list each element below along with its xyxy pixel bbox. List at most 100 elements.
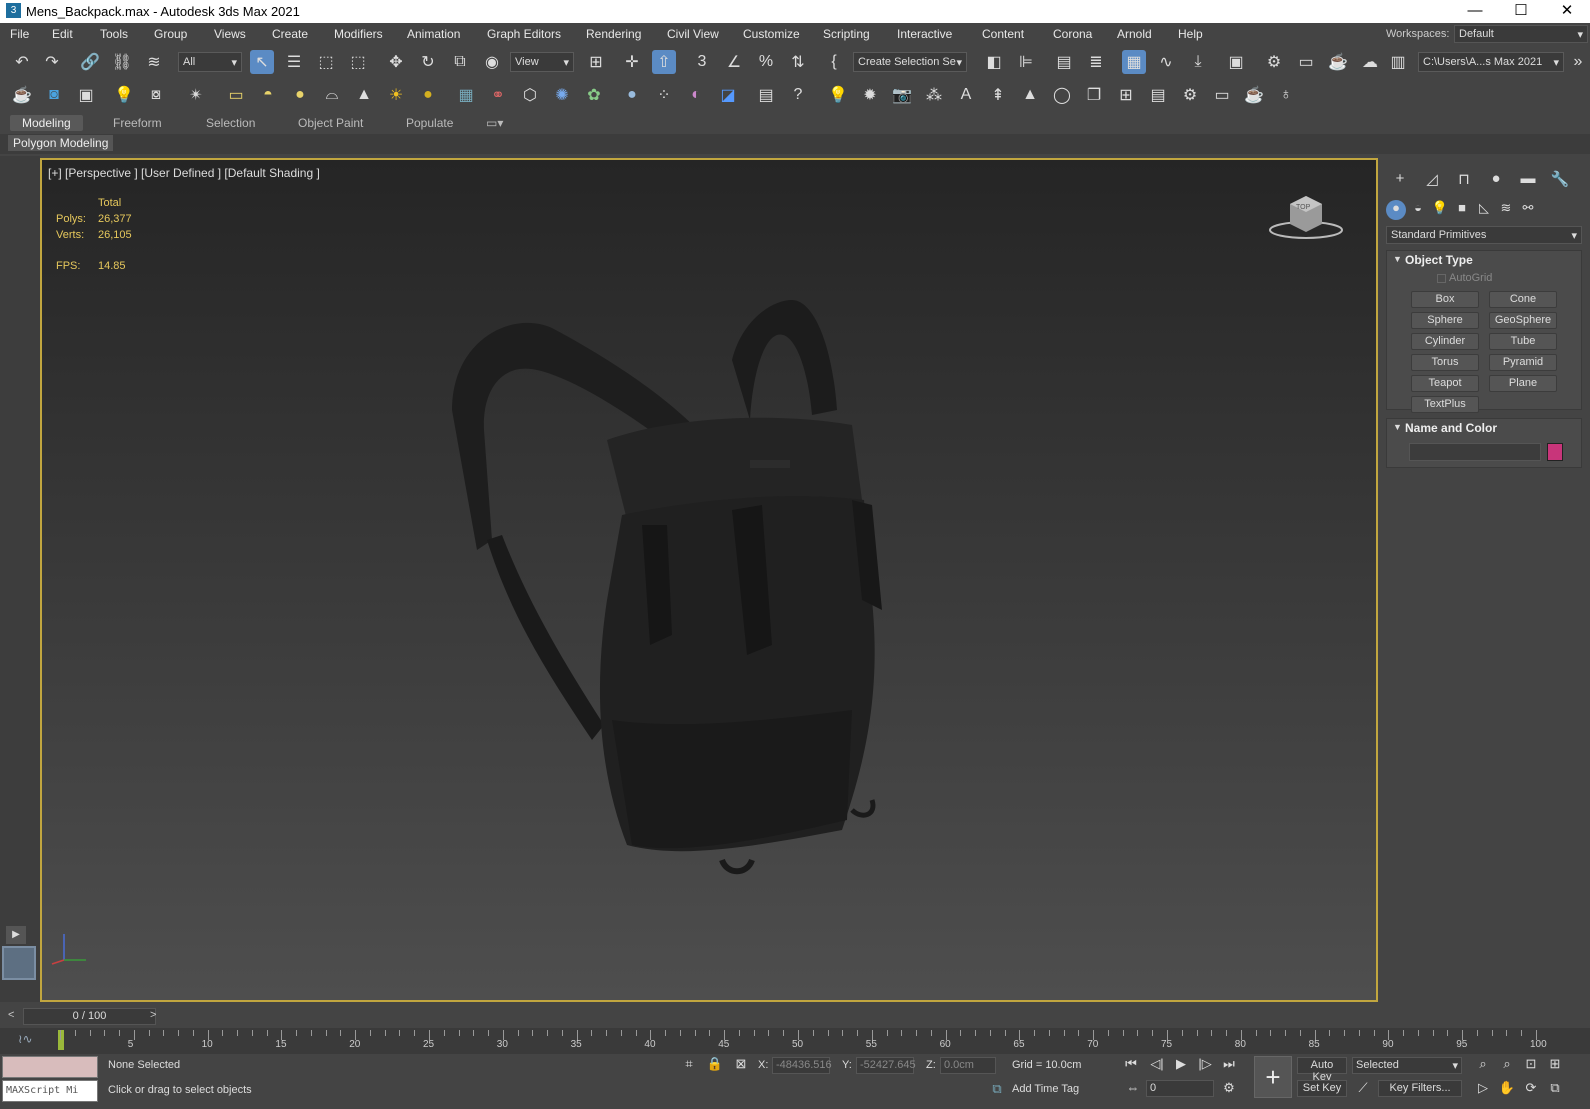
modify-tab-icon[interactable]: ◿	[1420, 170, 1444, 192]
a360-gallery-icon[interactable]: ▥	[1386, 50, 1410, 74]
motion-tab-icon[interactable]: ●	[1484, 170, 1508, 192]
menu-graph-editors[interactable]: Graph Editors	[487, 27, 561, 41]
zoom-extents-icon[interactable]: ⊡	[1522, 1056, 1540, 1074]
scene-explorer-icon[interactable]: ▤	[1052, 50, 1076, 74]
isolate-selection-icon[interactable]: ⌗	[680, 1056, 698, 1074]
zoom-all-icon[interactable]: ⌕	[1498, 1056, 1516, 1074]
mirror-icon[interactable]: ◧	[982, 50, 1006, 74]
utilities-tab-icon[interactable]: 🔧	[1548, 170, 1572, 192]
geometry-category-icon[interactable]: ●	[1386, 200, 1406, 220]
menu-modifiers[interactable]: Modifiers	[334, 27, 383, 41]
tab-freeform[interactable]: Freeform	[113, 116, 162, 130]
torus-button[interactable]: Torus	[1411, 354, 1479, 371]
cone-button[interactable]: Cone	[1489, 291, 1557, 308]
cameras-category-icon[interactable]: ■	[1452, 200, 1472, 220]
reference-coord-dropdown[interactable]: View ▾	[510, 52, 574, 72]
workspaces-dropdown[interactable]: Default ▾	[1454, 25, 1588, 43]
window-crossing-icon[interactable]: ⬚	[346, 50, 370, 74]
teapot-outline-icon[interactable]: ☕	[1242, 83, 1266, 107]
polygon-modeling-panel[interactable]: Polygon Modeling	[8, 135, 114, 151]
plane-button[interactable]: Plane	[1489, 375, 1557, 392]
y-coordinate-field[interactable]: -52427.645	[856, 1057, 916, 1074]
foliage-icon[interactable]: ✿	[582, 83, 606, 107]
rendered-frame-window-icon[interactable]: ▭	[1294, 50, 1318, 74]
rect-selection-region-icon[interactable]: ⬚	[314, 50, 338, 74]
copy-icon[interactable]: ❐	[1082, 83, 1106, 107]
current-frame-marker[interactable]	[58, 1030, 64, 1050]
textplus-button[interactable]: TextPlus	[1411, 396, 1479, 413]
cylinder-button[interactable]: Cylinder	[1411, 333, 1479, 350]
lock-icon[interactable]: 🔒	[706, 1056, 724, 1074]
film-icon[interactable]: ▤	[1146, 83, 1170, 107]
layer-explorer-icon[interactable]: ≣	[1084, 50, 1108, 74]
play-icon[interactable]: ▶	[1172, 1056, 1190, 1074]
place-icon[interactable]: ◉	[480, 50, 504, 74]
teapot-icon[interactable]: ☕	[10, 83, 34, 107]
proxy-icon[interactable]: ▲	[1018, 83, 1042, 107]
link-icon[interactable]: 🔗	[78, 50, 102, 74]
tab-populate[interactable]: Populate	[406, 116, 453, 130]
add-time-tag[interactable]: Add Time Tag	[1012, 1083, 1079, 1095]
collapse-arrow-icon[interactable]: ▼	[1393, 254, 1402, 264]
settings-icon[interactable]: ▤	[754, 83, 778, 107]
align-icon[interactable]: ⊫	[1014, 50, 1038, 74]
scatter-icon[interactable]: ⁂	[922, 83, 946, 107]
menu-content[interactable]: Content	[982, 27, 1024, 41]
pan-hand-icon[interactable]: ✋	[1498, 1080, 1516, 1098]
text-icon[interactable]: A	[954, 83, 978, 107]
light-lister-icon[interactable]: 💡	[112, 83, 136, 107]
expand-arrow-icon[interactable]: ▶	[6, 926, 26, 944]
time-configuration-icon[interactable]: ⚙	[1220, 1080, 1238, 1098]
key-filters-button[interactable]: Key Filters...	[1378, 1080, 1462, 1097]
menu-edit[interactable]: Edit	[52, 27, 73, 41]
current-frame-field[interactable]: 0	[1146, 1080, 1214, 1097]
menu-rendering[interactable]: Rendering	[586, 27, 641, 41]
set-key-button[interactable]: Set Key	[1297, 1080, 1347, 1097]
render-icon[interactable]: ◙	[42, 83, 66, 107]
render-production-icon[interactable]: ☕	[1326, 50, 1350, 74]
sky-light-icon[interactable]: ✹	[858, 83, 882, 107]
bind-spacewarp-icon[interactable]: ≋	[142, 50, 166, 74]
disc-light-icon[interactable]: ●	[416, 83, 440, 107]
object-type-title[interactable]: Object Type	[1405, 253, 1473, 267]
z-coordinate-field[interactable]: 0.0cm	[940, 1057, 996, 1074]
menu-views[interactable]: Views	[214, 27, 246, 41]
bulb-outline-icon[interactable]: ♁	[1274, 83, 1298, 107]
track-bar[interactable]: ≀∿ 5 10 15 20 25 30 35 40 45 50 55 60 65 70 75 80 85 90 95…	[0, 1028, 1590, 1054]
maximize-button[interactable]: ☐	[1498, 0, 1544, 23]
viewcube[interactable]: TOP	[1268, 190, 1348, 245]
move-icon[interactable]: ✥	[384, 50, 408, 74]
geometry-icon[interactable]: ⬡	[518, 83, 542, 107]
go-to-start-icon[interactable]: ⏮	[1122, 1056, 1140, 1074]
hierarchy-tab-icon[interactable]: ⊓	[1452, 170, 1476, 192]
grid-object-icon[interactable]: ▦	[454, 83, 478, 107]
create-tab-icon[interactable]: +	[1388, 170, 1412, 192]
curve-editor-icon[interactable]: ∿	[1154, 50, 1178, 74]
shapes-category-icon[interactable]: ◒	[1408, 200, 1428, 220]
zoom-icon[interactable]: ⌕	[1474, 1056, 1492, 1074]
sphere-button[interactable]: Sphere	[1411, 312, 1479, 329]
window-icon[interactable]: ▭	[1210, 83, 1234, 107]
close-button[interactable]: ✕	[1544, 0, 1590, 23]
curve-editor-mini-icon[interactable]: ≀∿	[18, 1032, 33, 1046]
spinner-snap-icon[interactable]: ⇅	[786, 50, 810, 74]
systems-category-icon[interactable]: ⚯	[1518, 200, 1538, 220]
undo-icon[interactable]: ↶	[10, 50, 34, 74]
pyramid-button[interactable]: Pyramid	[1489, 354, 1557, 371]
menu-help[interactable]: Help	[1178, 27, 1203, 41]
xref-icon[interactable]: ⧇	[144, 83, 168, 107]
object-color-swatch[interactable]	[1547, 443, 1563, 461]
helpers-category-icon[interactable]: ◺	[1474, 200, 1494, 220]
screenshot-icon[interactable]: ▣	[74, 83, 98, 107]
unlink-icon[interactable]: ⛓	[110, 50, 134, 74]
material-editor-icon[interactable]: ▣	[1224, 50, 1248, 74]
next-key-icon[interactable]: |▷	[1196, 1056, 1214, 1074]
angle-snap-icon[interactable]: ∠	[722, 50, 746, 74]
tab-modeling[interactable]: Modeling	[10, 115, 83, 131]
menu-civil-view[interactable]: Civil View	[667, 27, 719, 41]
menu-corona[interactable]: Corona	[1053, 27, 1092, 41]
time-slider-thumb[interactable]: 0 / 100	[23, 1008, 156, 1025]
percent-snap-icon[interactable]: %	[754, 50, 778, 74]
go-to-end-icon[interactable]: ⏭	[1220, 1056, 1238, 1074]
sphere-primitive-icon[interactable]: ●	[288, 83, 312, 107]
